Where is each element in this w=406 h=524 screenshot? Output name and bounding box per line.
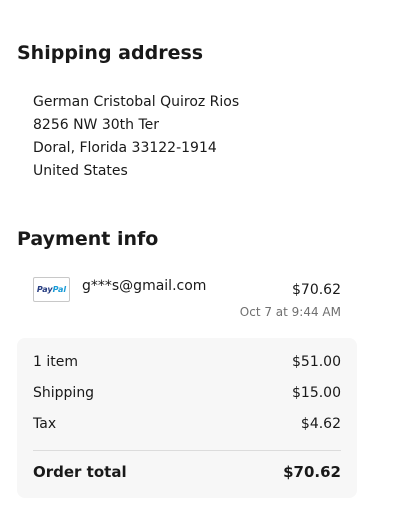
city-state-zip: Doral, Florida 33122-1914 — [33, 140, 217, 156]
order-total-value: $70.62 — [283, 463, 341, 481]
items-label: 1 item — [33, 354, 78, 370]
payment-email: g***s@gmail.com — [82, 278, 207, 294]
payment-method-row: Pay Pal g***s@gmail.com $70.62 Oct 7 at 9… — [33, 277, 341, 325]
summary-row-tax: Tax $4.62 — [33, 416, 341, 432]
shipping-address-heading: Shipping address — [17, 42, 204, 64]
tax-label: Tax — [33, 416, 57, 432]
order-summary-card: 1 item $51.00 Shipping $15.00 Tax $4.62 … — [17, 338, 357, 498]
payment-date: Oct 7 at 9:44 AM — [239, 305, 341, 319]
paypal-logo-icon: Pay Pal — [33, 277, 70, 302]
street-address: 8256 NW 30th Ter — [33, 117, 160, 133]
shipping-address-block: German Cristobal Quiroz Rios 8256 NW 30t… — [33, 91, 239, 183]
payment-info-heading: Payment info — [17, 228, 159, 250]
tax-value: $4.62 — [300, 416, 341, 432]
country: United States — [33, 163, 128, 179]
payment-amount: $70.62 — [292, 282, 341, 298]
summary-row-items: 1 item $51.00 — [33, 354, 341, 370]
summary-row-shipping: Shipping $15.00 — [33, 385, 341, 401]
recipient-name: German Cristobal Quiroz Rios — [33, 94, 240, 110]
summary-divider — [33, 450, 341, 451]
order-details-page: Shipping address German Cristobal Quiroz… — [0, 0, 406, 524]
summary-row-total: Order total $70.62 — [33, 463, 341, 481]
shipping-value: $15.00 — [292, 385, 341, 401]
shipping-label: Shipping — [33, 385, 95, 401]
paypal-logo-pal: Pal — [52, 285, 67, 294]
order-total-label: Order total — [33, 463, 127, 481]
items-value: $51.00 — [292, 354, 341, 370]
paypal-logo-pay: Pay — [36, 285, 53, 294]
